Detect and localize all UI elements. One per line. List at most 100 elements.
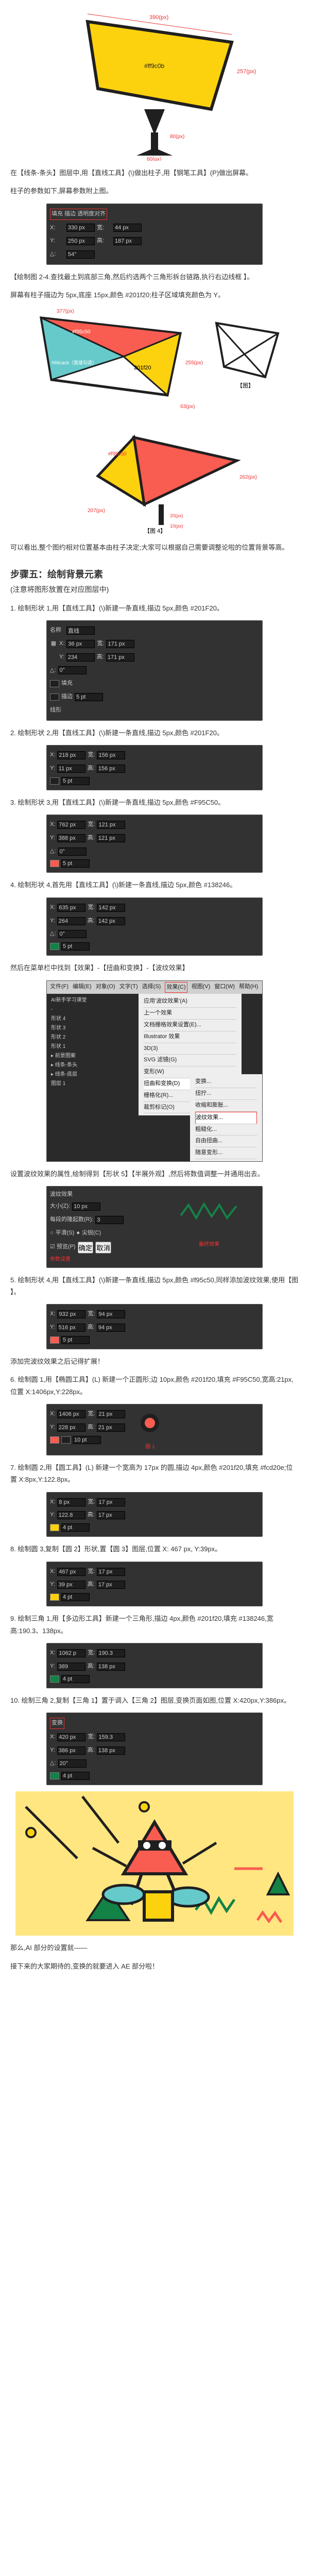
layer-s4[interactable]: 形状 4 (51, 1014, 124, 1024)
sm-0[interactable]: 变换... (195, 1076, 257, 1088)
pc-w[interactable] (97, 821, 125, 829)
pf-stroke[interactable] (61, 1336, 90, 1344)
layer-s2[interactable]: 形状 2 (51, 1033, 124, 1042)
pk-y[interactable] (57, 1747, 85, 1755)
pf-h[interactable] (97, 1324, 125, 1332)
pc-y[interactable] (57, 834, 85, 842)
inp-h[interactable] (113, 237, 142, 245)
menu-edit[interactable]: 编辑(E) (73, 982, 92, 993)
pg-h[interactable] (97, 1423, 125, 1432)
menu-effect[interactable]: 效果(C) (165, 982, 187, 993)
stroke-swatch-c[interactable] (50, 860, 59, 867)
layer-s3[interactable]: 形状 3 (51, 1024, 124, 1033)
opt-smooth[interactable]: ○ (50, 1228, 54, 1239)
pj-w[interactable] (97, 1649, 125, 1657)
menu-win[interactable]: 窗口(W) (214, 982, 235, 993)
ph-w[interactable] (97, 1498, 125, 1506)
sm-2[interactable]: 收缩和膨胀... (195, 1100, 257, 1112)
opt-sharp[interactable]: ● (76, 1228, 80, 1239)
layer-1[interactable]: 图层 1 (51, 1079, 124, 1089)
pd-w[interactable] (97, 904, 125, 912)
mi-4[interactable]: 3D(3) (144, 1043, 236, 1055)
pi-w[interactable] (97, 1568, 125, 1576)
stroke-swatch-d[interactable] (50, 943, 59, 950)
pf-x[interactable] (57, 1310, 85, 1318)
ph-x[interactable] (57, 1498, 85, 1506)
menu-view[interactable]: 视图(V) (192, 982, 211, 993)
ph-h[interactable] (97, 1511, 125, 1519)
mi-2[interactable]: 文档栅格效果设置(E)... (144, 1020, 236, 1031)
menu-type[interactable]: 文字(T) (119, 982, 138, 993)
pj-h[interactable] (97, 1663, 125, 1671)
sm-5[interactable]: 自由扭曲... (195, 1136, 257, 1147)
pb-x[interactable] (57, 751, 85, 759)
menu-file[interactable]: 文件(F) (50, 982, 68, 993)
pk-h[interactable] (97, 1747, 125, 1755)
btn-ok[interactable]: 确定 (78, 1242, 94, 1253)
menu-obj[interactable]: 对象(O) (96, 982, 115, 993)
pb-h[interactable] (97, 765, 125, 773)
stroke-swatch[interactable] (50, 693, 59, 701)
fill-swatch-g[interactable] (50, 1436, 59, 1444)
inp-name[interactable] (66, 626, 95, 635)
fill-swatch-h[interactable] (50, 1524, 59, 1531)
sm-zigzag[interactable]: 波纹效果... (195, 1112, 257, 1124)
pa-stroke[interactable] (75, 693, 103, 701)
pb-stroke[interactable] (61, 777, 90, 785)
pb-y[interactable] (57, 765, 85, 773)
pd-x[interactable] (57, 904, 85, 912)
btn-cancel[interactable]: 取消 (95, 1242, 111, 1253)
pg-w[interactable] (97, 1410, 125, 1418)
pj-stroke[interactable] (61, 1675, 90, 1683)
layer-s1[interactable]: 形状 1 (51, 1042, 124, 1052)
inp-ang[interactable] (66, 250, 95, 259)
pd-h[interactable] (97, 917, 125, 925)
pg-stroke[interactable] (73, 1436, 101, 1444)
pf-w[interactable] (97, 1310, 125, 1318)
pf-y[interactable] (57, 1324, 85, 1332)
ph-y[interactable] (57, 1511, 85, 1519)
stroke-swatch-b[interactable] (50, 777, 59, 785)
pa-x[interactable] (66, 640, 95, 648)
anchor-icon[interactable]: ▦ (50, 639, 57, 649)
pc-ang[interactable] (58, 848, 87, 856)
inp-w[interactable] (113, 224, 142, 232)
fill-swatch[interactable] (50, 680, 59, 687)
inp-size[interactable] (72, 1202, 100, 1211)
menu-sel[interactable]: 选择(S) (142, 982, 161, 993)
pg-y[interactable] (57, 1423, 85, 1432)
fill-swatch-j[interactable] (50, 1675, 59, 1683)
fill-swatch-i[interactable] (50, 1594, 59, 1601)
inp-seg[interactable] (95, 1216, 124, 1224)
layer-lines[interactable]: ▸ 线条-条头 (51, 1061, 124, 1070)
inp-x[interactable] (66, 224, 95, 232)
pa-h[interactable] (106, 653, 134, 662)
pd-stroke[interactable] (61, 942, 90, 951)
menu-help[interactable]: 帮助(H) (239, 982, 258, 993)
ph-stroke[interactable] (61, 1523, 90, 1532)
stroke-swatch-f[interactable] (50, 1336, 59, 1344)
mi-1[interactable]: 上一个效果 (144, 1008, 236, 1020)
pi-stroke[interactable] (61, 1593, 90, 1601)
layer-lines2[interactable]: ▸ 线条-底层 (51, 1070, 124, 1079)
pd-ang[interactable] (58, 930, 87, 938)
inp-y[interactable] (66, 237, 95, 245)
fill-swatch-k[interactable] (50, 1772, 59, 1780)
sm-6[interactable]: 随意变形... (195, 1147, 257, 1159)
pg-x[interactable] (57, 1410, 85, 1418)
pa-w[interactable] (106, 640, 134, 648)
pj-x[interactable] (57, 1649, 85, 1657)
pk-w[interactable] (97, 1733, 125, 1741)
pd-y[interactable] (57, 917, 85, 925)
mi-0[interactable]: 应用'波纹效果'(A) (144, 996, 236, 1008)
pk-x[interactable] (57, 1733, 85, 1741)
pk-ang[interactable] (58, 1759, 87, 1768)
pj-y[interactable] (57, 1663, 85, 1671)
pi-y[interactable] (57, 1581, 85, 1589)
pc-x[interactable] (57, 821, 85, 829)
pc-stroke[interactable] (61, 859, 90, 868)
stroke-swatch-g[interactable] (61, 1436, 71, 1444)
sm-1[interactable]: 扭拧... (195, 1088, 257, 1100)
pc-h[interactable] (97, 834, 125, 842)
mi-5[interactable]: SVG 滤镜(G) (144, 1055, 236, 1066)
